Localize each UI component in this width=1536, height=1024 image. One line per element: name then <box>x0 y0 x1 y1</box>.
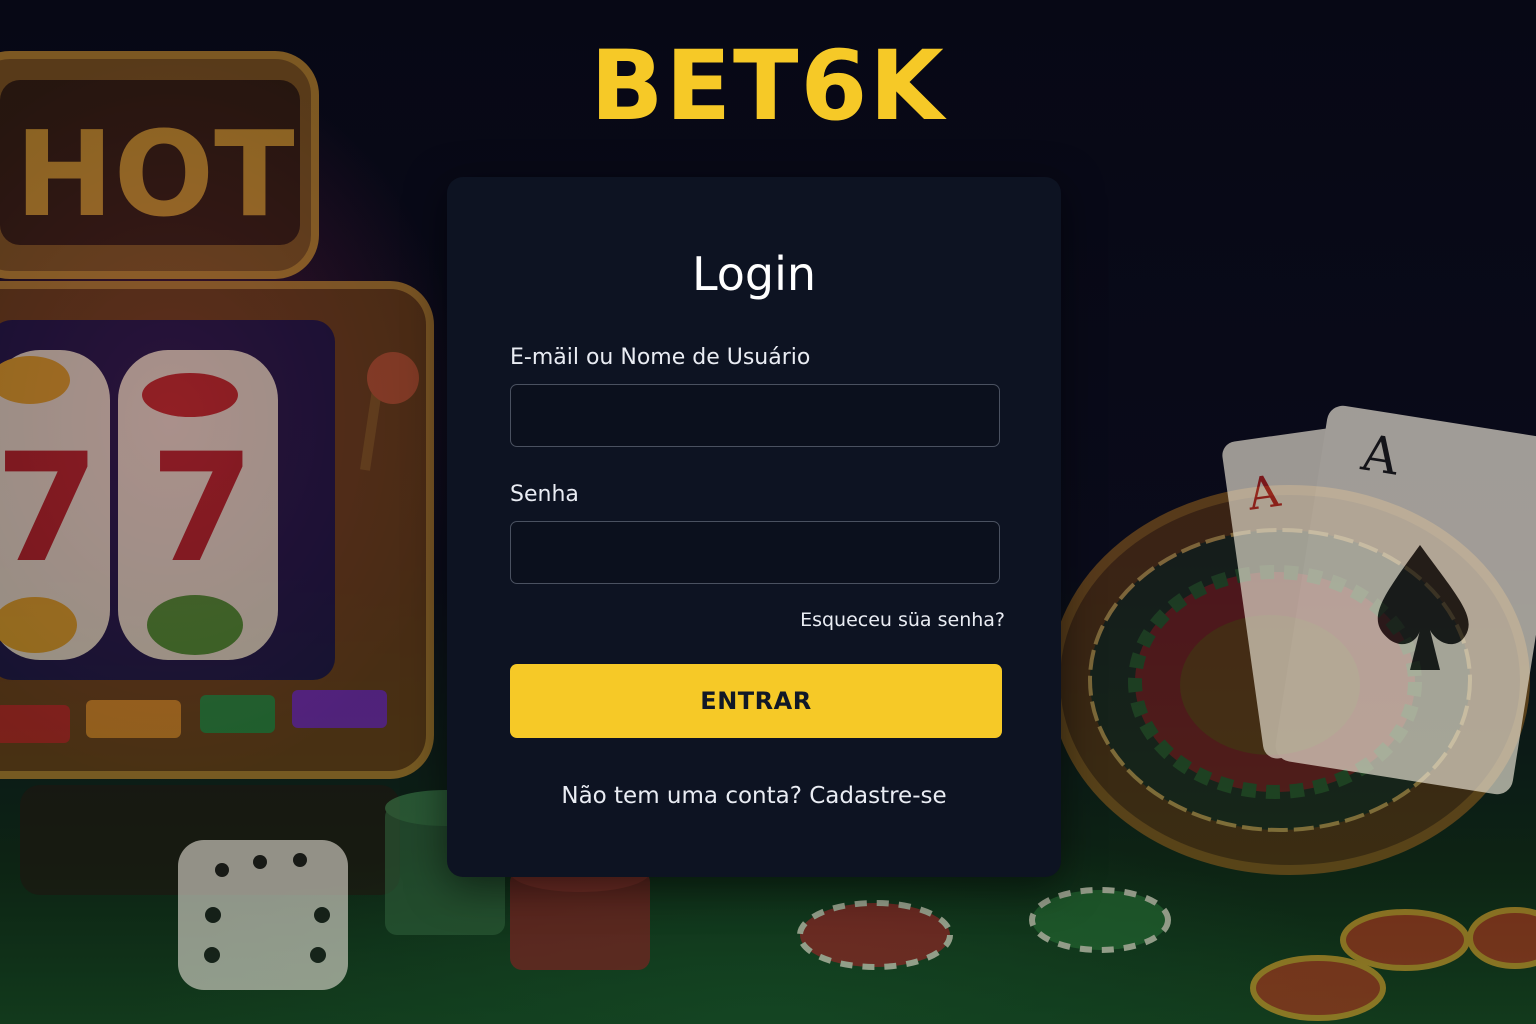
dice-icon <box>178 840 348 990</box>
signup-prompt-text: Não tem uma conta? <box>561 783 810 809</box>
username-label: E-mäil ou Nome de Usuário <box>510 345 811 370</box>
password-input[interactable] <box>510 521 1000 584</box>
playing-cards-icon: A A <box>1222 405 1536 795</box>
slot-machine-icon: HOT 7 7 <box>0 51 434 895</box>
brand-logo: BET6K <box>590 30 946 142</box>
login-submit-button[interactable]: ENTRAR <box>510 664 1002 738</box>
password-label: Senha <box>510 482 579 507</box>
forgot-password-link[interactable]: Esqueceu süa senha? <box>800 609 1005 631</box>
signup-prompt: Não tem uma conta? Cadastre-se <box>447 783 1061 809</box>
signup-link[interactable]: Cadastre-se <box>809 783 946 809</box>
login-title: Login <box>691 247 817 301</box>
username-input[interactable] <box>510 384 1000 447</box>
reel-seven-1: 7 <box>0 422 99 596</box>
reel-seven-2: 7 <box>150 422 254 596</box>
login-card: Login E-mäil ou Nome de Usuário Senha Es… <box>447 177 1061 877</box>
